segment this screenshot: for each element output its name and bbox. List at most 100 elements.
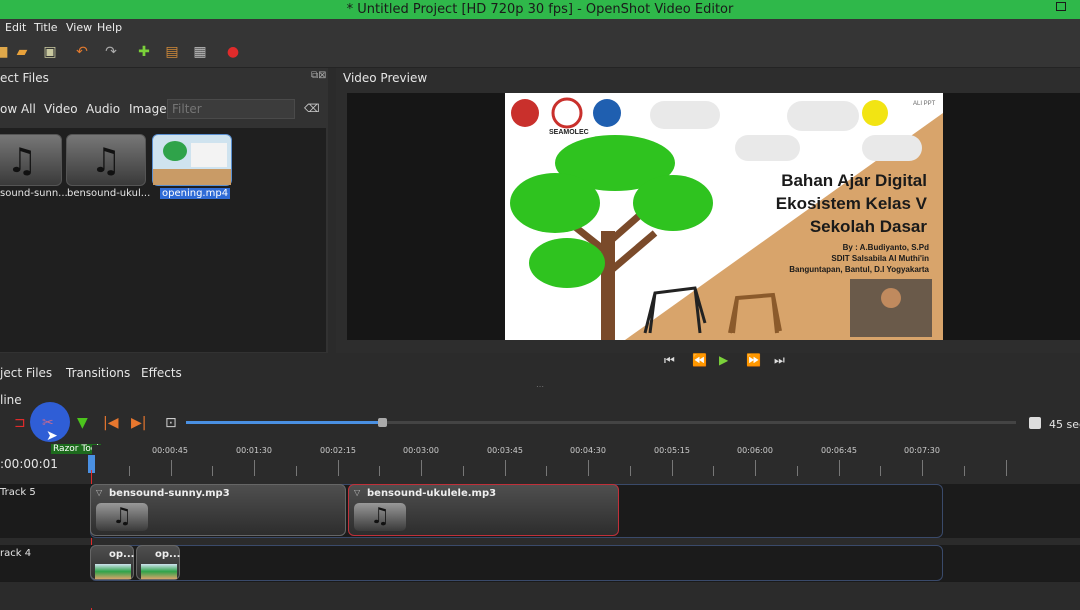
clip-label: bensound-ukulele.mp3	[367, 488, 497, 499]
jump-start-icon[interactable]: ⏮	[664, 353, 675, 368]
ruler-tick-minor	[128, 466, 130, 476]
ruler-tick	[337, 460, 339, 476]
ruler-tick-minor	[295, 466, 297, 476]
zoom-icon	[1029, 417, 1041, 429]
clip-video-thumb	[95, 564, 131, 579]
ruler-tick	[755, 460, 756, 476]
file-thumb-opening[interactable]	[152, 134, 232, 186]
music-note-icon: ♫	[96, 503, 148, 531]
redo-icon[interactable]: ↷	[103, 44, 119, 60]
logo-tutwuri-icon	[593, 99, 621, 127]
filter-tab-show-all[interactable]: ow All	[0, 102, 36, 116]
file-label-opening: opening.mp4	[160, 188, 231, 199]
video-frame: SEAMOLEC ALI PPT Bahan Ajar Digital Ekos…	[505, 93, 943, 340]
filter-tab-image[interactable]: Image	[129, 102, 167, 116]
ruler-tick	[254, 460, 255, 476]
snapping-icon[interactable]: ⊐	[14, 415, 26, 431]
ruler-tick	[504, 460, 506, 476]
open-project-icon[interactable]: ▰	[14, 44, 30, 60]
fast-forward-icon[interactable]: ⏩	[746, 353, 761, 367]
zoom-slider-fill	[186, 421, 382, 424]
track-lane-4[interactable]	[90, 545, 943, 581]
clip-menu-icon[interactable]: ▽	[96, 488, 102, 497]
main-toolbar: ■ ▰ ▣ ↶ ↷ ✚ ▤ ▦ ●	[0, 38, 1080, 68]
thumb-slide	[191, 143, 227, 167]
ruler-tick-minor	[963, 466, 965, 476]
file-label-sunny: sound-sunn...	[0, 188, 68, 199]
slide-corner-badge: ALI PPT	[913, 101, 936, 107]
choose-profile-icon[interactable]: ▤	[164, 44, 180, 60]
ruler-tick	[838, 460, 840, 476]
tick-label: 00:06:45	[821, 446, 857, 455]
ruler-tick	[421, 460, 422, 476]
clip-label: op...	[109, 549, 135, 560]
ruler-tick-minor	[629, 466, 631, 476]
fullscreen-icon[interactable]: ▦	[192, 44, 208, 60]
menu-title[interactable]: Title	[34, 21, 58, 34]
filter-tab-video[interactable]: Video	[44, 102, 78, 116]
slide-title-line3: Sekolah Dasar	[809, 217, 927, 236]
track-name-5: Track 5	[0, 487, 36, 498]
tick-label: 00:04:30	[570, 446, 606, 455]
clip-ukulele[interactable]: ▽ bensound-ukulele.mp3 ♫	[348, 484, 619, 536]
slide-title-line1: Bahan Ajar Digital	[781, 171, 927, 190]
clip-label: bensound-sunny.mp3	[109, 488, 230, 499]
project-files-title: ect Files	[0, 71, 49, 85]
export-video-icon[interactable]: ●	[225, 44, 241, 60]
play-icon[interactable]: ▶	[719, 353, 728, 367]
ruler-tick-minor	[546, 466, 548, 476]
clip-video-thumb	[141, 564, 177, 579]
cloud	[862, 135, 922, 161]
tab-transitions[interactable]: Transitions	[66, 366, 130, 380]
window-title: * Untitled Project [HD 720p 30 fps] - Op…	[346, 2, 734, 17]
menu-view[interactable]: View	[66, 21, 92, 34]
ruler-tick-minor	[713, 466, 715, 476]
ruler-tick-minor	[462, 466, 464, 476]
jump-end-icon[interactable]: ⏭	[774, 353, 785, 368]
thumb-ground	[153, 169, 231, 185]
ruler-tick-minor	[212, 466, 214, 476]
ruler-tick-minor	[379, 466, 381, 476]
menu-help[interactable]: Help	[97, 21, 122, 34]
previous-marker-icon[interactable]: |◀	[103, 415, 118, 431]
ruler-tick-minor	[880, 466, 882, 476]
save-project-icon[interactable]: ▣	[42, 44, 58, 60]
tree-canopy	[510, 173, 600, 233]
tab-project-files[interactable]: ject Files	[0, 366, 52, 380]
new-project-icon[interactable]: ■	[0, 44, 10, 60]
add-marker-icon[interactable]: ▼	[77, 415, 88, 431]
next-marker-icon[interactable]: ▶|	[131, 415, 146, 431]
file-label-ukulele: bensound-ukul...	[67, 188, 151, 199]
filter-tab-audio[interactable]: Audio	[86, 102, 120, 116]
ruler-tick	[1005, 460, 1007, 476]
slide-author-line2: SDIT Salsabila Al Muthi'in	[831, 254, 929, 263]
zoom-label: 45 sec	[1049, 418, 1080, 431]
file-thumb-ukulele[interactable]: ♫	[66, 134, 146, 186]
slide-title-line2: Ekosistem Kelas V	[775, 194, 927, 213]
center-timeline-icon[interactable]: ⊡	[165, 415, 177, 431]
clip-sunny[interactable]: ▽ bensound-sunny.mp3 ♫	[90, 484, 346, 536]
tree-canopy	[529, 238, 605, 288]
tick-label: 00:02:15	[320, 446, 356, 455]
restore-window-button[interactable]	[1056, 2, 1066, 11]
cloud	[787, 101, 859, 131]
slide-logo-caption: SEAMOLEC	[549, 129, 589, 136]
zoom-slider-handle[interactable]	[378, 418, 387, 427]
filter-input[interactable]	[167, 99, 295, 119]
sun-icon	[862, 100, 888, 126]
rewind-icon[interactable]: ⏪	[692, 353, 707, 367]
ruler-tick	[922, 460, 923, 476]
clip-opening-2[interactable]: op...	[136, 545, 180, 580]
undo-icon[interactable]: ↶	[74, 44, 90, 60]
file-thumb-sunny[interactable]: ♫	[0, 134, 62, 186]
import-files-icon[interactable]: ✚	[136, 44, 152, 60]
clip-opening-1[interactable]: op...	[90, 545, 134, 580]
slide-author-line1: By : A.Budiyanto, S.Pd	[842, 243, 929, 252]
dock-float-icon[interactable]: ⧉⊠	[311, 70, 327, 81]
timeline-scrollbar[interactable]	[0, 581, 1080, 608]
clip-menu-icon[interactable]: ▽	[354, 488, 360, 497]
clear-filter-icon[interactable]: ⌫	[304, 102, 320, 115]
menu-edit[interactable]: Edit	[5, 21, 26, 34]
ruler-tick	[588, 460, 589, 476]
tab-effects[interactable]: Effects	[141, 366, 182, 380]
